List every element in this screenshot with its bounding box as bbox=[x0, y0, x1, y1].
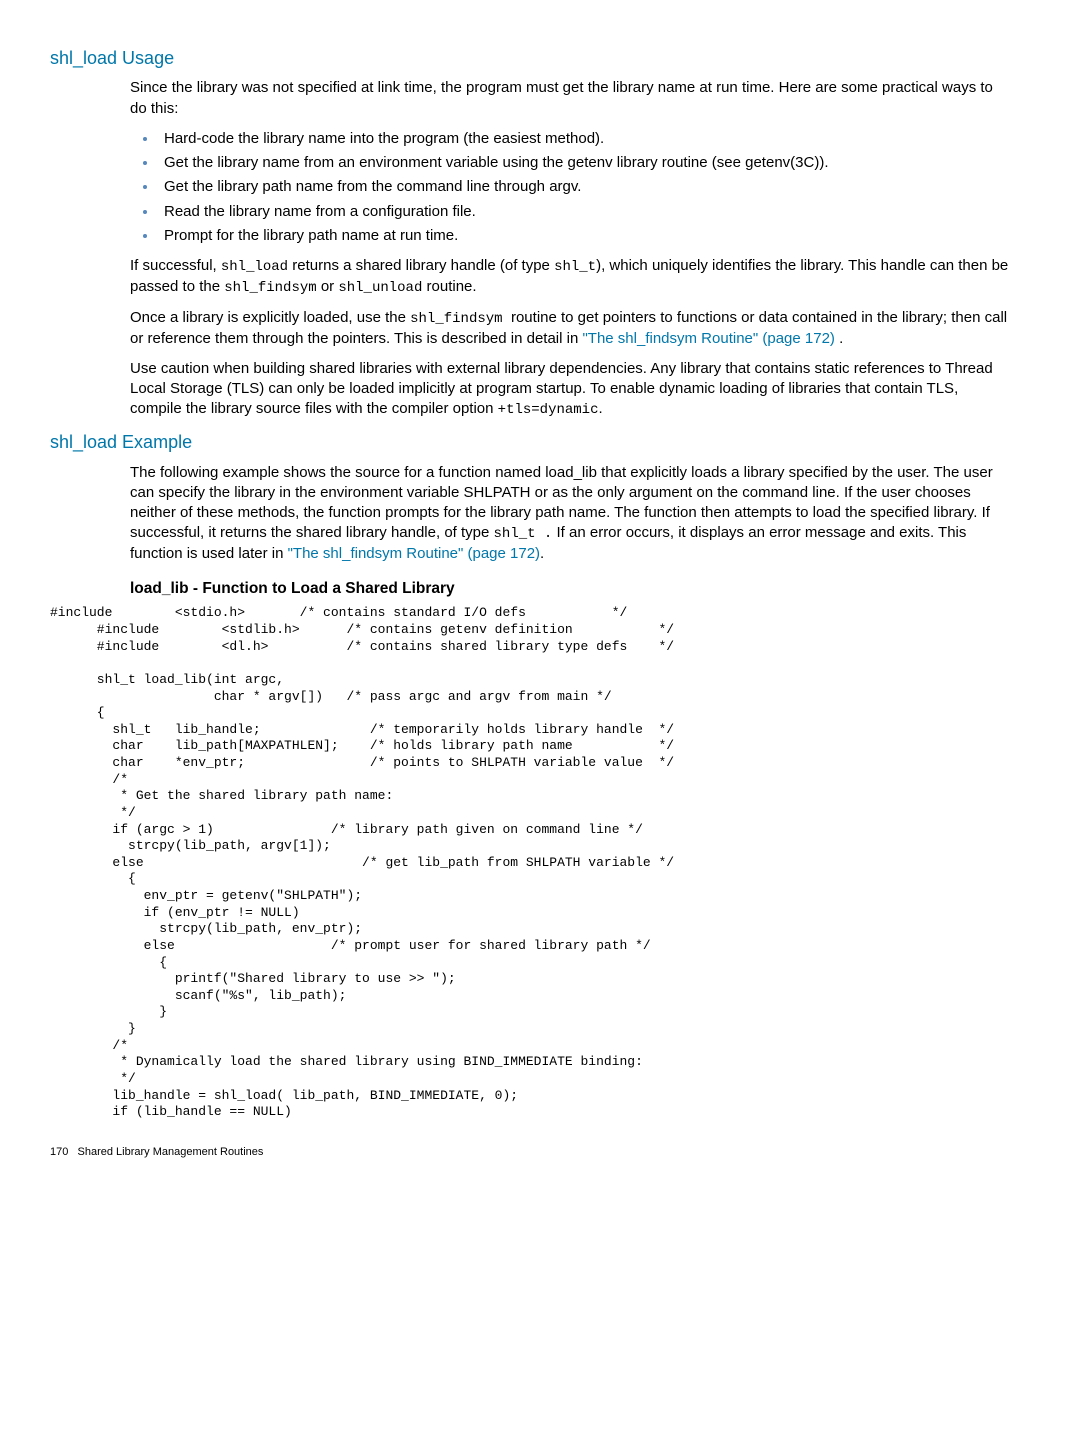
chapter-title: Shared Library Management Routines bbox=[78, 1146, 264, 1158]
code-inline: shl_load bbox=[221, 259, 288, 275]
usage-p2: If successful, shl_load returns a shared… bbox=[130, 256, 1010, 298]
usage-p3: Once a library is explicitly loaded, use… bbox=[130, 308, 1010, 349]
code-block: #include <stdio.h> /* contains standard … bbox=[50, 605, 1030, 1120]
list-item: Get the library path name from the comma… bbox=[158, 177, 1010, 197]
example-heading: shl_load Example bbox=[50, 430, 1030, 454]
text-run: returns a shared library handle (of type bbox=[288, 257, 554, 274]
code-subhead: load_lib - Function to Load a Shared Lib… bbox=[130, 579, 1010, 600]
example-p1: The following example shows the source f… bbox=[130, 463, 1010, 565]
list-item: Get the library name from an environment… bbox=[158, 153, 1010, 173]
code-inline: shl_t bbox=[554, 259, 596, 275]
list-item: Hard-code the library name into the prog… bbox=[158, 129, 1010, 149]
list-item: Read the library name from a configurati… bbox=[158, 202, 1010, 222]
usage-p4: Use caution when building shared librari… bbox=[130, 359, 1010, 420]
usage-p1: Since the library was not specified at l… bbox=[130, 78, 1010, 119]
findsym-link[interactable]: "The shl_findsym Routine" (page 172) bbox=[582, 330, 834, 347]
section-usage: shl_load Usage Since the library was not… bbox=[50, 46, 1030, 420]
text-run: . bbox=[599, 400, 603, 417]
code-inline: shl_findsym bbox=[410, 311, 511, 327]
code-inline: shl_unload bbox=[338, 280, 422, 296]
example-body: The following example shows the source f… bbox=[130, 463, 1010, 600]
section-example: shl_load Example The following example s… bbox=[50, 430, 1030, 1120]
text-run: or bbox=[317, 278, 339, 295]
page-footer: 170 Shared Library Management Routines bbox=[50, 1145, 1030, 1160]
findsym-link[interactable]: "The shl_findsym Routine" (page 172) bbox=[288, 545, 540, 562]
text-run: . bbox=[835, 330, 843, 347]
text-run: routine. bbox=[422, 278, 476, 295]
usage-bullet-list: Hard-code the library name into the prog… bbox=[130, 129, 1010, 246]
text-run: Once a library is explicitly loaded, use… bbox=[130, 309, 410, 326]
text-run: . bbox=[540, 545, 544, 562]
code-inline: shl_findsym bbox=[224, 280, 316, 296]
code-inline: +tls=dynamic bbox=[498, 402, 599, 418]
list-item: Prompt for the library path name at run … bbox=[158, 226, 1010, 246]
usage-body: Since the library was not specified at l… bbox=[130, 78, 1010, 420]
text-run: If successful, bbox=[130, 257, 221, 274]
code-inline: shl_t . bbox=[494, 526, 553, 542]
page-number: 170 bbox=[50, 1146, 68, 1158]
usage-heading: shl_load Usage bbox=[50, 46, 1030, 70]
